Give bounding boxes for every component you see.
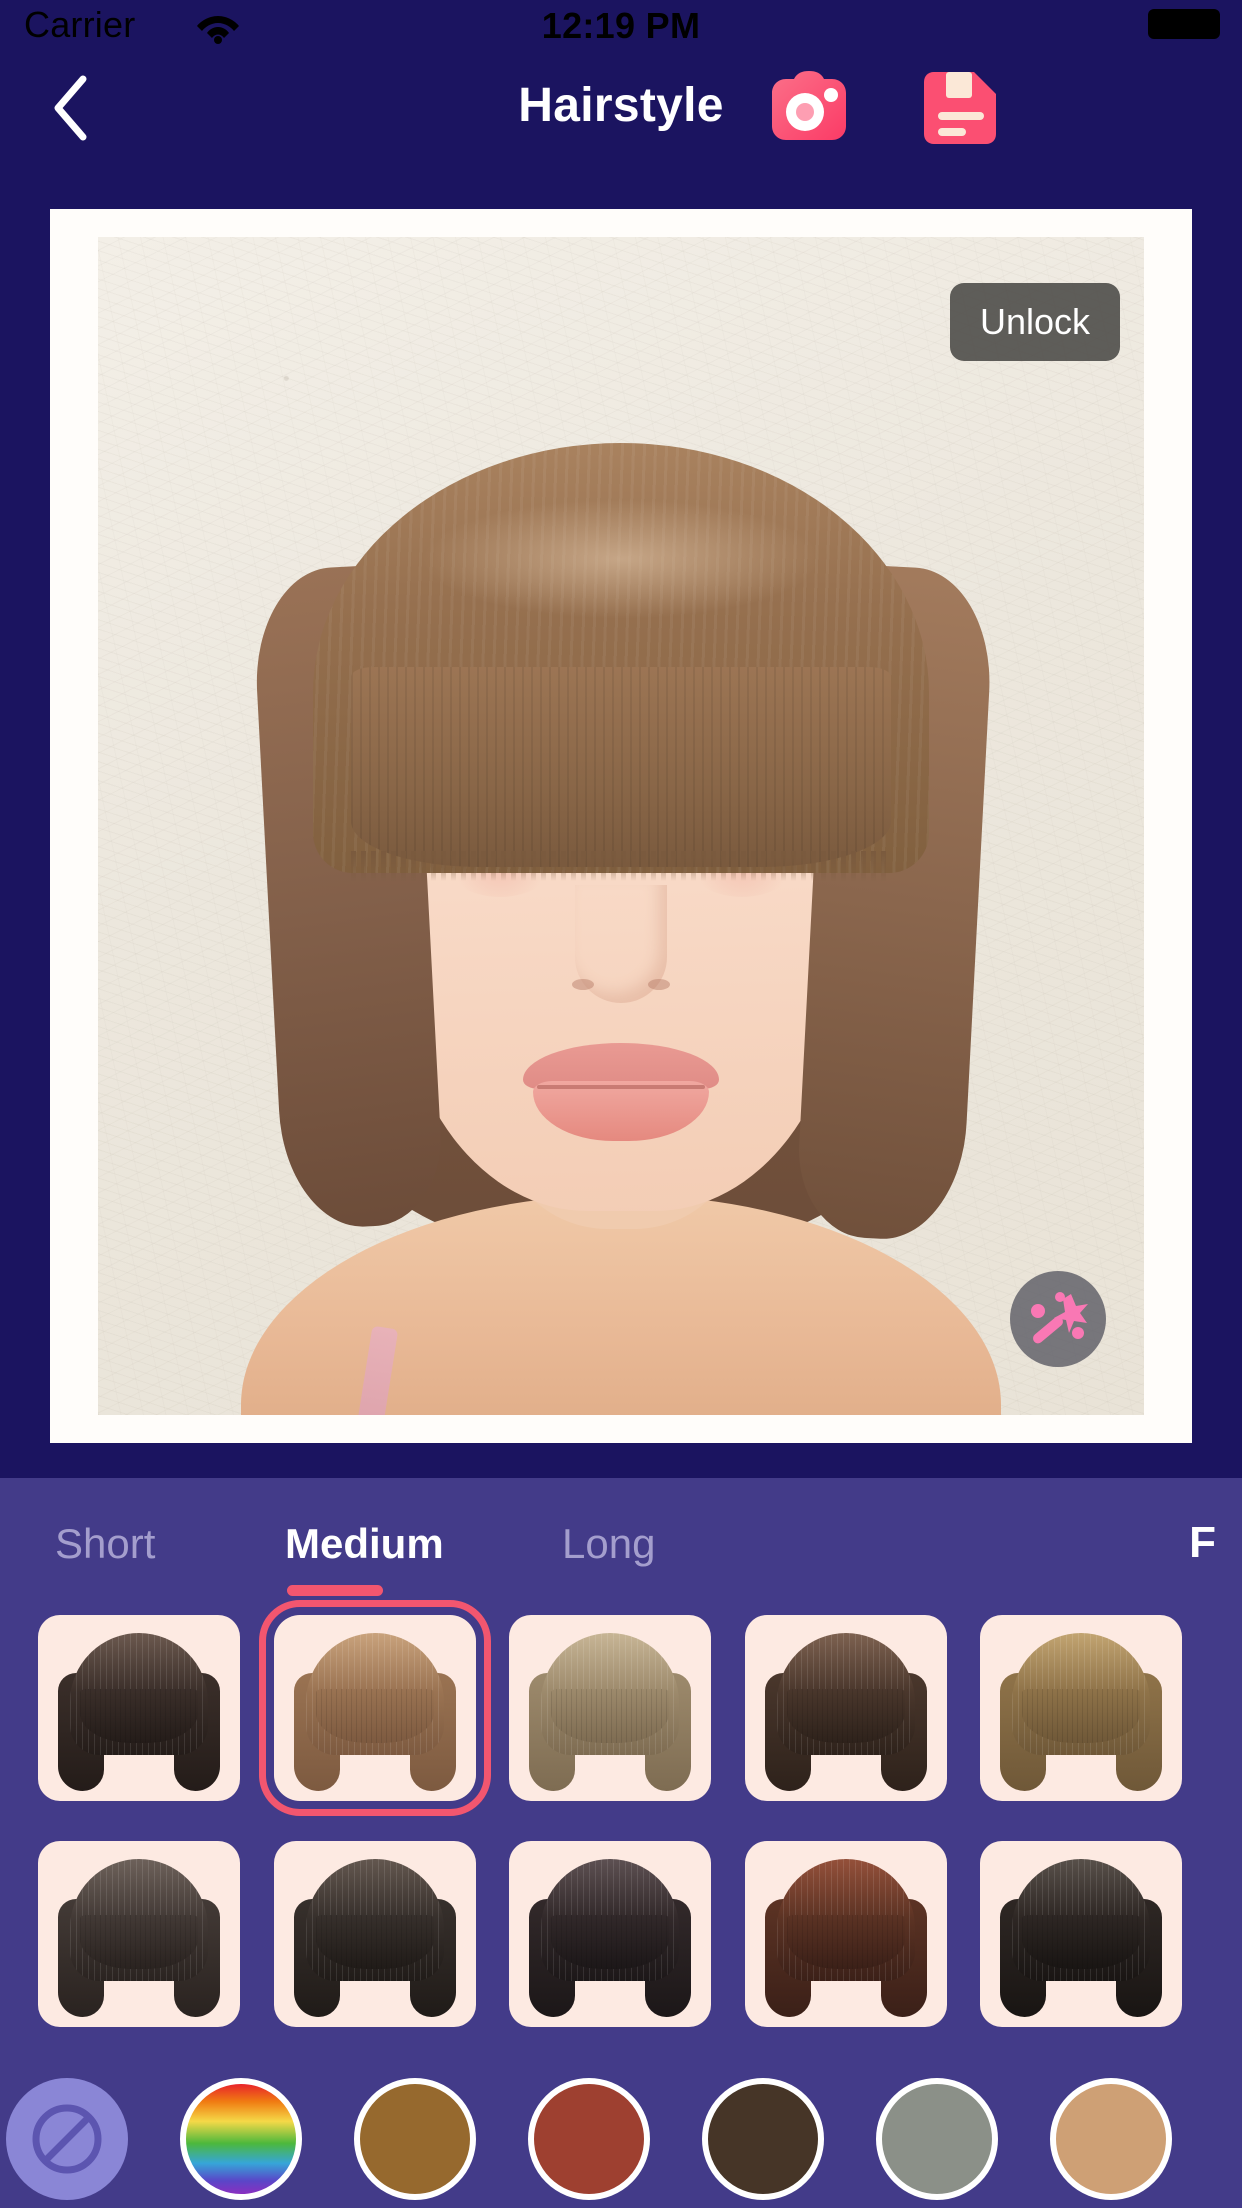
magic-wand-icon — [1031, 1292, 1088, 1344]
save-document-icon — [924, 72, 996, 144]
page-title: Hairstyle — [518, 79, 724, 132]
filter-button[interactable]: F — [1189, 1518, 1216, 1568]
hairstyle-tile-long-bob-center-part-black[interactable] — [273, 1841, 476, 2027]
hairstyle-tile-side-part-bob-charcoal[interactable] — [38, 1841, 240, 2027]
color-swatch-sandy-blonde[interactable] — [1050, 2078, 1172, 2200]
color-swatch-ash-grey[interactable] — [876, 2078, 998, 2200]
wig-fringe — [1022, 1689, 1140, 1743]
magic-wand-button[interactable] — [1010, 1271, 1106, 1367]
style-picker-panel: Short Medium Long F — [0, 1478, 1242, 2208]
clock-label: 12:19 PM — [541, 5, 701, 46]
tab-medium[interactable]: Medium — [285, 1520, 444, 1568]
color-swatch-dark-espresso[interactable] — [702, 2078, 824, 2200]
hairstyle-tile-bob-with-earrings-black[interactable] — [509, 1841, 711, 2027]
no-color-icon — [32, 2104, 102, 2174]
portrait-preview[interactable]: Unlock — [98, 237, 1144, 1415]
hairstyle-tile-wavy-shoulder-bob-black[interactable] — [980, 1841, 1182, 2027]
status-bar: Carrier 12:19 PM — [0, 0, 1242, 46]
category-tab-bar: Short Medium Long F — [0, 1478, 1242, 1603]
wig-fringe — [80, 1915, 198, 1969]
color-swatch-auburn-red[interactable] — [528, 2078, 650, 2200]
hairstyle-tile-wavy-bob-with-clips-caramel[interactable] — [980, 1615, 1182, 1801]
photo-frame: Unlock — [50, 209, 1192, 1443]
wig-fringe — [315, 1689, 434, 1743]
hair-color-row — [0, 2072, 1242, 2208]
color-swatch-caramel-brown[interactable] — [354, 2078, 476, 2200]
lips — [523, 1043, 719, 1141]
nostril-left — [572, 979, 594, 990]
hairstyle-tile-layered-bob-ash-blonde[interactable] — [509, 1615, 711, 1801]
color-swatch-rainbow[interactable] — [180, 2078, 302, 2200]
nostril-right — [648, 979, 670, 990]
nav-bar: Hairstyle — [0, 46, 1242, 166]
wig-fringe — [80, 1689, 198, 1743]
hairstyle-tile-blunt-bob-with-bangs-brown[interactable] — [258, 1600, 491, 1816]
hairstyle-tile-rounded-bob-auburn[interactable] — [744, 1841, 947, 2027]
wig-fringe — [786, 1915, 905, 1969]
battery-full-icon — [1148, 9, 1220, 39]
hairstyle-tile-straight-long-bob-dark[interactable] — [38, 1615, 240, 1801]
hairstyle-tile-sleek-bob-dark-brown[interactable] — [744, 1615, 947, 1801]
camera-icon — [772, 71, 846, 140]
wig-fringe — [786, 1689, 905, 1743]
unlock-button[interactable]: Unlock — [949, 283, 1120, 361]
wig-fringe — [551, 1915, 669, 1969]
hair-sheen — [421, 499, 821, 619]
color-swatch-no-color[interactable] — [6, 2078, 128, 2200]
save-button[interactable] — [924, 70, 998, 146]
active-tab-underline — [287, 1585, 383, 1596]
hair-bangs — [351, 667, 891, 867]
camera-button[interactable] — [770, 70, 848, 144]
wig-fringe — [315, 1915, 434, 1969]
tab-long[interactable]: Long — [562, 1520, 655, 1568]
hairstyle-grid — [0, 1600, 1242, 2061]
wig-fringe — [551, 1689, 669, 1743]
tab-short[interactable]: Short — [55, 1520, 155, 1568]
wig-fringe — [1022, 1915, 1140, 1969]
